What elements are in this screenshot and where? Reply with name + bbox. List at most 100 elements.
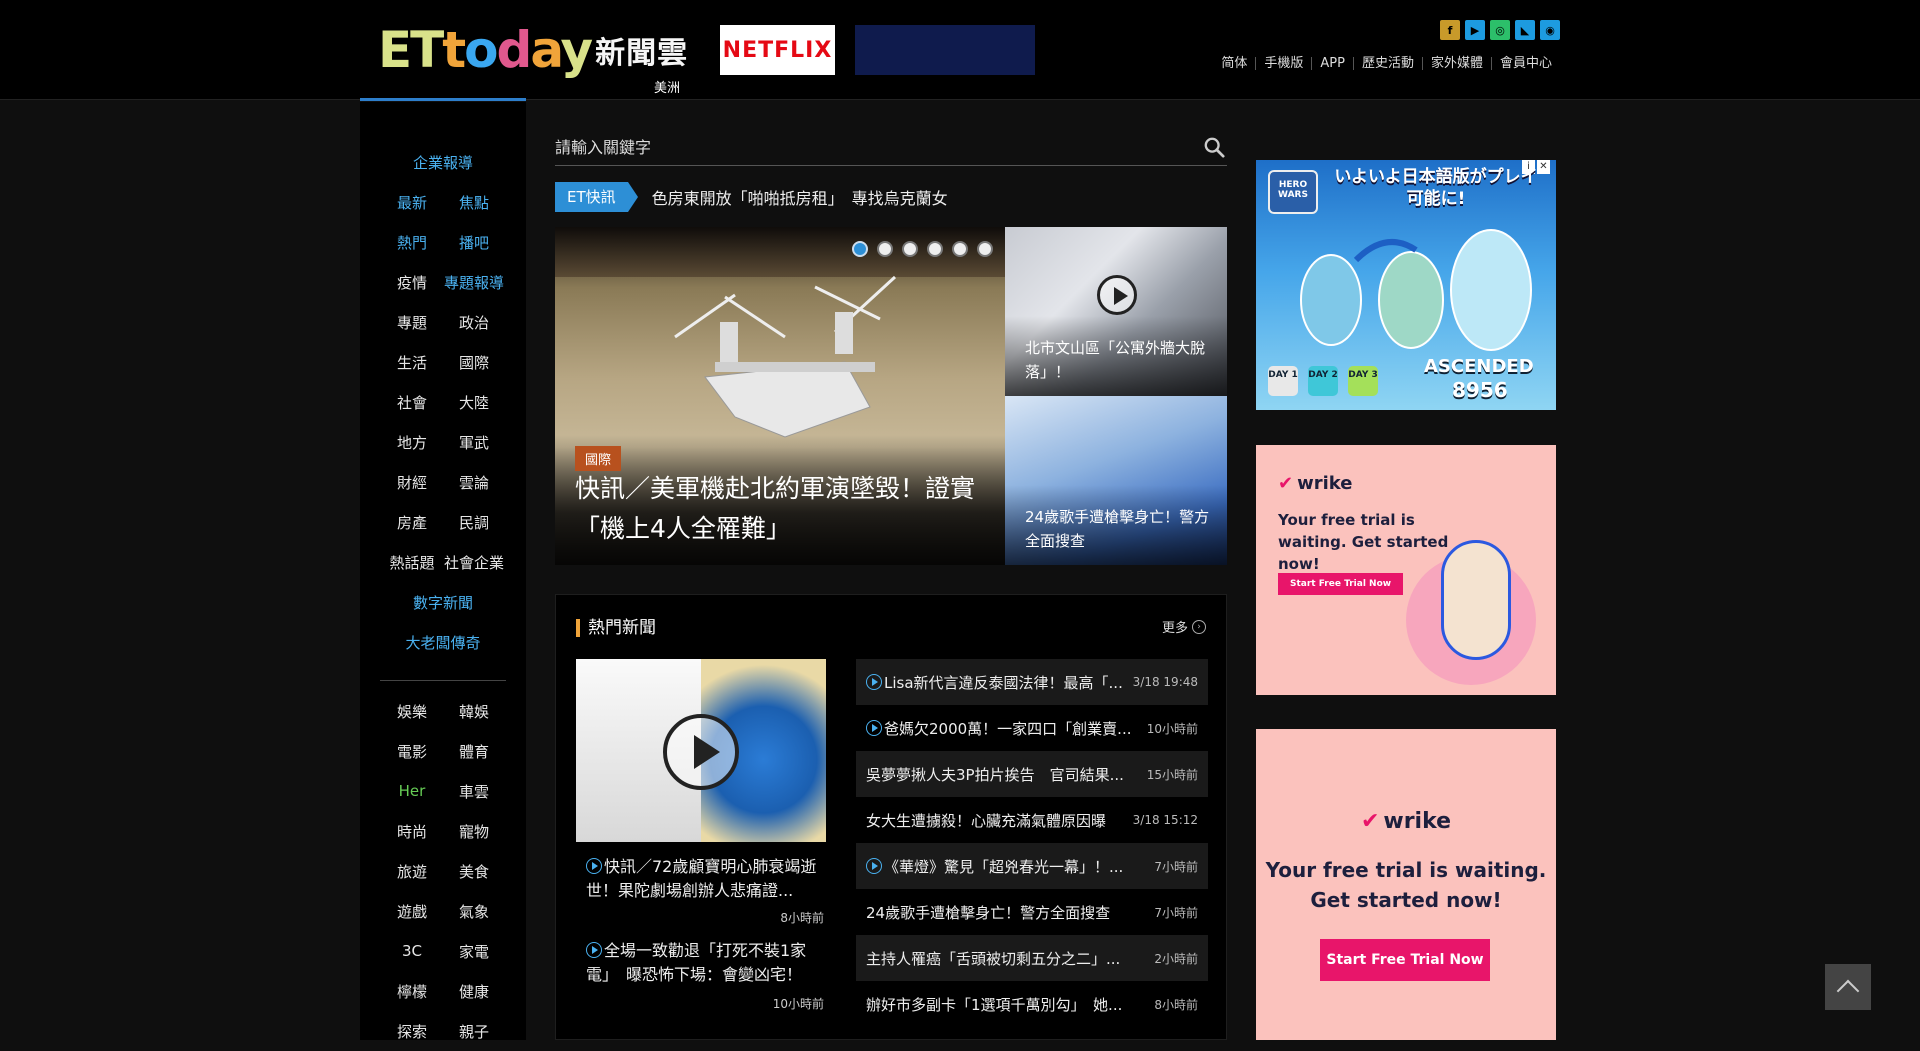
nav-item[interactable]: 美食 [443,861,505,882]
side-story-2[interactable]: 24歲歌手遭槍擊身亡！警方全面搜查 [1005,396,1227,565]
nav-item[interactable]: 熱話題 [381,552,443,573]
nav-item[interactable]: 播吧 [443,232,505,253]
nav-row: 探索 親子 [360,1011,526,1051]
featured-story-2[interactable]: 全場一致勸退「打死不裝1家電」 曝恐怖下場：會變凶宅！ [586,939,826,987]
hot-news-title: 女大生遭擄殺！心臟充滿氣體原因曝 [866,810,1106,831]
nav-item[interactable]: 最新 [381,192,443,213]
hot-news-item[interactable]: 吳夢夢揪人夫3P拍片挨告 官司結果... 15小時前 [856,751,1208,797]
hot-news-title-text: Lisa新代言違反泰國法律！最高「... [884,673,1123,692]
aircraft-image [674,275,897,438]
nav-item[interactable]: 疫情 [381,272,443,293]
topnav-item[interactable]: APP [1311,57,1353,70]
game-ad[interactable]: i ✕ HERO WARS いよいよ日本語版がプレイ可能に! DAY 1 DAY … [1256,160,1556,410]
rss-icon[interactable]: ◣ [1515,20,1535,40]
nav-item[interactable]: 國際 [443,352,505,373]
side-story-title: 北市文山區「公寓外牆大脫落」！ [1025,339,1206,381]
region-label[interactable]: 美洲 [654,77,680,96]
nav-item[interactable]: 軍武 [443,432,505,453]
nav-item[interactable]: 健康 [443,981,505,1002]
topnav-item[interactable]: 手機版 [1255,57,1311,70]
nav-item[interactable]: 社會企業 [443,552,505,573]
hot-news-item[interactable]: 主持人罹癌「舌頭被切剩五分之二」... 2小時前 [856,935,1208,981]
more-label: 更多 [1161,621,1188,636]
region-underline [360,98,526,101]
nav-item[interactable]: 體育 [443,741,505,762]
topnav-item[interactable]: 简体 [1213,57,1255,70]
hot-news-item[interactable]: 24歲歌手遭槍擊身亡！警方全面搜查 7小時前 [856,889,1208,935]
start-trial-button[interactable]: Start Free Trial Now [1320,939,1490,981]
carousel-dot[interactable] [877,241,893,257]
nav-divider [380,680,506,681]
nav-item[interactable]: 旅遊 [381,861,443,882]
nav-item[interactable]: Her [381,782,443,800]
nav-item[interactable]: 專題 [381,312,443,333]
featured-video-thumbnail[interactable] [576,659,826,842]
check-icon: ✔ [1278,473,1294,494]
wrike-ad-small[interactable]: ✔ wrike Your free trial is waiting. Get s… [1256,445,1556,695]
youtube-icon[interactable]: ▶ [1465,20,1485,40]
nav-item[interactable]: 地方 [381,432,443,453]
nav-item[interactable]: 大老闆傳奇 [373,632,513,653]
nav-item[interactable]: 大陸 [443,392,505,413]
nav-item[interactable]: 政治 [443,312,505,333]
instagram-icon[interactable]: ◎ [1490,20,1510,40]
featured-story-1[interactable]: 快訊／72歲顧寶明心肺衰竭逝世！果陀劇場創辦人悲痛證... [586,855,826,903]
nav-item[interactable]: 熱門 [381,232,443,253]
back-to-top-button[interactable] [1825,964,1871,1010]
nav-item[interactable]: 韓娛 [443,701,505,722]
more-link[interactable]: 更多 › [1162,617,1206,636]
nav-item[interactable]: 氣象 [443,901,505,922]
side-story-1[interactable]: 北市文山區「公寓外牆大脫落」！ [1005,227,1227,396]
nav-item[interactable]: 企業報導 [373,152,513,173]
facebook-icon[interactable]: f [1440,20,1460,40]
nav-item[interactable]: 探索 [381,1021,443,1042]
nav-item[interactable]: 焦點 [443,192,505,213]
carousel-dot[interactable] [902,241,918,257]
ascended-number: 8956 [1452,378,1508,402]
nav-item[interactable]: 生活 [381,352,443,373]
search-input[interactable] [555,130,1175,164]
carousel-dot[interactable] [927,241,943,257]
nav-item[interactable]: 3C [381,942,443,960]
nav-item[interactable]: 社會 [381,392,443,413]
nav-item[interactable]: 數字新聞 [373,592,513,613]
nav-item[interactable]: 專題報導 [443,272,505,293]
carousel-dot[interactable] [952,241,968,257]
search-icon[interactable] [1203,136,1225,158]
site-logo[interactable]: ETtoday 新聞雲 [378,24,688,76]
nav-item[interactable]: 民調 [443,512,505,533]
hot-news-item[interactable]: 爸媽欠2000萬！一家四口「創業賣... 10小時前 [856,705,1208,751]
hot-news-title-text: 女大生遭擄殺！心臟充滿氣體原因曝 [866,811,1107,830]
carousel-dot[interactable] [977,241,993,257]
carousel-dot[interactable] [852,241,868,257]
play-icon[interactable] [663,714,739,790]
hero-story[interactable]: 國際 快訊／美軍機赴北約軍演墜毀！證實「機上4人全罹難」 [555,227,1005,565]
ticker-headline[interactable]: 色房東開放「啪啪抵房租」 專找烏克蘭女 [652,185,948,209]
nav-item[interactable]: 家電 [443,941,505,962]
hot-news-item[interactable]: Lisa新代言違反泰國法律！最高「... 3/18 19:48 [856,659,1208,705]
play-icon[interactable] [1097,275,1137,315]
nav-item[interactable]: 雲論 [443,472,505,493]
nav-item[interactable]: 車雲 [443,781,505,802]
hot-news-item[interactable]: 女大生遭擄殺！心臟充滿氣體原因曝 3/18 15:12 [856,797,1208,843]
topnav-item[interactable]: 會員中心 [1490,57,1560,70]
wrike-ad-large[interactable]: ✔ wrike Your free trial is waiting. Get s… [1256,729,1556,1040]
netflix-ad[interactable]: NETFLIX [720,25,835,75]
nav-item[interactable]: 財經 [381,472,443,493]
nav-item[interactable]: 房產 [381,512,443,533]
nav-item[interactable]: 時尚 [381,821,443,842]
weibo-icon[interactable]: ◉ [1540,20,1560,40]
hot-news-item[interactable]: 辦好市多副卡「1選項千萬別勾」 她... 8小時前 [856,981,1208,1027]
topnav-item[interactable]: 歷史活動 [1352,57,1422,70]
topnav-item[interactable]: 家外媒體 [1421,57,1491,70]
hot-news-item[interactable]: 《華燈》驚見「超兇春光一幕」！... 7小時前 [856,843,1208,889]
wrike-brand: wrike [1383,809,1452,834]
nav-item[interactable]: 寵物 [443,821,505,842]
nav-item[interactable]: 檸檬 [381,981,443,1002]
start-trial-button[interactable]: Start Free Trial Now [1278,573,1404,595]
nav-item[interactable]: 遊戲 [381,901,443,922]
nav-item[interactable]: 電影 [381,741,443,762]
header-banner-ad[interactable] [855,25,1035,75]
nav-item[interactable]: 娛樂 [381,701,443,722]
nav-item[interactable]: 親子 [443,1021,505,1042]
